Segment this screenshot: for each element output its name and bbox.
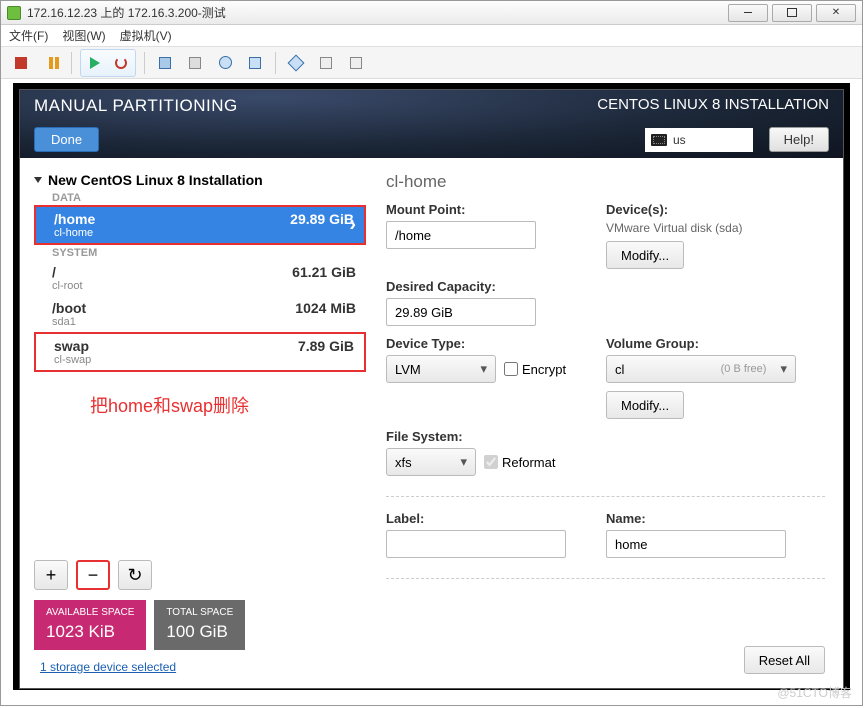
help-button[interactable]: Help! bbox=[769, 127, 829, 152]
reload-button[interactable]: ↻ bbox=[118, 560, 152, 590]
total-space: TOTAL SPACE 100 GiB bbox=[154, 600, 245, 650]
partition-swap[interactable]: swap 7.89 GiB cl-swap bbox=[34, 332, 366, 372]
fs-dropdown[interactable]: xfs bbox=[386, 448, 476, 476]
label-input[interactable] bbox=[386, 530, 566, 558]
device-type-label: Device Type: bbox=[386, 336, 586, 351]
annotation-text: 把home和swap删除 bbox=[90, 392, 366, 418]
disk-icon[interactable] bbox=[183, 52, 207, 74]
vmware-icon bbox=[7, 6, 21, 20]
cd-icon[interactable] bbox=[213, 52, 237, 74]
vg-label: Volume Group: bbox=[606, 336, 825, 351]
close-button[interactable] bbox=[816, 4, 856, 22]
menubar: 文件(F) 视图(W) 虚拟机(V) bbox=[1, 25, 862, 47]
chevron-down-icon bbox=[34, 177, 42, 183]
name-label: Name: bbox=[606, 511, 825, 526]
section-system: SYSTEM bbox=[34, 247, 366, 259]
fs-label: File System: bbox=[386, 429, 586, 444]
stop-icon[interactable] bbox=[9, 52, 33, 74]
add-partition-button[interactable]: + bbox=[34, 560, 68, 590]
settings-icon[interactable] bbox=[344, 52, 368, 74]
window-title: 172.16.12.23 上的 172.16.3.200-测试 bbox=[27, 4, 226, 21]
keyboard-icon bbox=[651, 134, 667, 146]
section-data: DATA bbox=[34, 192, 366, 204]
menu-view[interactable]: 视图(W) bbox=[62, 27, 105, 44]
maximize-button[interactable] bbox=[772, 4, 812, 22]
name-input[interactable] bbox=[606, 530, 786, 558]
partition-size: 29.89 GiB bbox=[290, 211, 354, 227]
window-titlebar: 172.16.12.23 上的 172.16.3.200-测试 bbox=[1, 1, 862, 25]
product-title: CENTOS LINUX 8 INSTALLATION bbox=[597, 96, 829, 113]
capacity-label: Desired Capacity: bbox=[386, 279, 586, 294]
reformat-checkbox[interactable]: Reformat bbox=[484, 455, 555, 470]
minimize-button[interactable] bbox=[728, 4, 768, 22]
done-button[interactable]: Done bbox=[34, 127, 99, 152]
mount-label: Mount Point: bbox=[386, 202, 586, 217]
available-space: AVAILABLE SPACE 1023 KiB bbox=[34, 600, 146, 650]
device-type-dropdown[interactable]: LVM bbox=[386, 355, 496, 383]
partition-root[interactable]: / 61.21 GiB cl-root bbox=[34, 260, 366, 296]
toolbar bbox=[1, 47, 862, 79]
menu-vm[interactable]: 虚拟机(V) bbox=[120, 27, 172, 44]
divider bbox=[386, 496, 825, 497]
encrypt-checkbox[interactable]: Encrypt bbox=[504, 362, 566, 377]
mount-input[interactable] bbox=[386, 221, 536, 249]
network-icon[interactable] bbox=[284, 52, 308, 74]
capacity-input[interactable] bbox=[386, 298, 536, 326]
usb-icon[interactable] bbox=[314, 52, 338, 74]
label-label: Label: bbox=[386, 511, 586, 526]
storage-devices-link[interactable]: 1 storage device selected bbox=[40, 660, 366, 674]
partition-home[interactable]: /home 29.89 GiB cl-home bbox=[34, 205, 366, 245]
snapshot-icon[interactable] bbox=[153, 52, 177, 74]
restart-icon[interactable] bbox=[109, 52, 133, 74]
divider bbox=[386, 578, 825, 579]
partition-dev: cl-home bbox=[54, 227, 354, 239]
menu-file[interactable]: 文件(F) bbox=[9, 27, 48, 44]
remove-partition-button[interactable]: − bbox=[76, 560, 110, 590]
pause-icon[interactable] bbox=[39, 52, 63, 74]
partition-mp: /home bbox=[54, 211, 95, 227]
modify-vg-button[interactable]: Modify... bbox=[606, 391, 684, 419]
watermark: @51CTO博客 bbox=[777, 684, 852, 701]
partition-boot[interactable]: /boot 1024 MiB sda1 bbox=[34, 296, 366, 332]
devices-label: Device(s): bbox=[606, 202, 825, 217]
play-icon[interactable] bbox=[83, 52, 107, 74]
installer-header: MANUAL PARTITIONING CENTOS LINUX 8 INSTA… bbox=[20, 90, 843, 158]
vg-dropdown[interactable]: cl(0 B free) bbox=[606, 355, 796, 383]
keyboard-layout: us bbox=[673, 133, 686, 147]
floppy-icon[interactable] bbox=[243, 52, 267, 74]
reset-all-button[interactable]: Reset All bbox=[744, 646, 825, 674]
keyboard-selector[interactable]: us bbox=[645, 128, 753, 152]
detail-title: cl-home bbox=[386, 172, 825, 192]
devices-text: VMware Virtual disk (sda) bbox=[606, 221, 825, 235]
tree-title: New CentOS Linux 8 Installation bbox=[48, 172, 263, 188]
modify-device-button[interactable]: Modify... bbox=[606, 241, 684, 269]
install-tree-header[interactable]: New CentOS Linux 8 Installation bbox=[34, 172, 366, 188]
